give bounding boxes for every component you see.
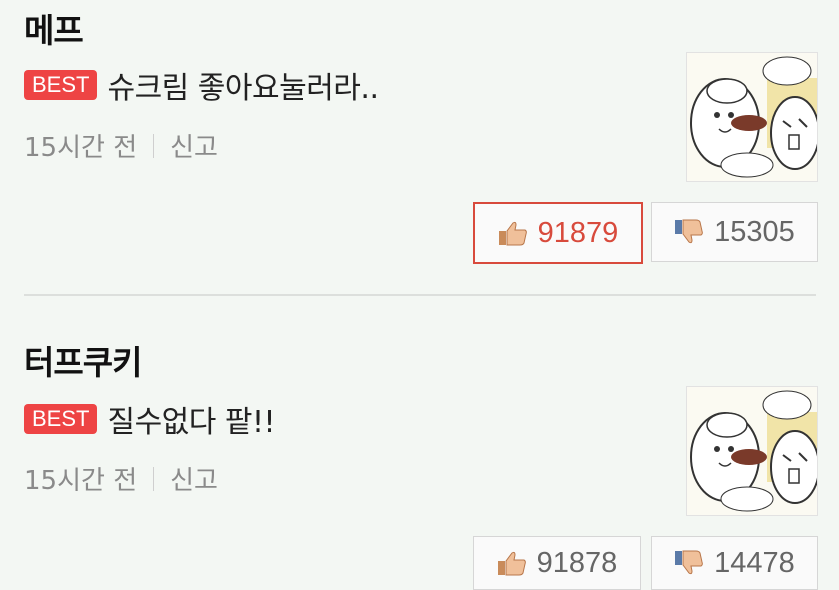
thumbs-down-icon [675, 219, 703, 244]
comment-title-row: BEST 슈크림 좋아요눌러라.. [24, 63, 379, 107]
dislike-button[interactable]: 14478 [651, 536, 818, 590]
report-button[interactable]: 신고 [170, 460, 218, 497]
comment-timestamp: 15시간 전 [24, 133, 138, 163]
comment-meta: 15시간 전 신고 [24, 460, 218, 497]
best-badge: BEST [24, 70, 98, 100]
comment-meta: 15시간 전 신고 [24, 127, 218, 164]
dislike-count: 14478 [714, 546, 795, 579]
comment-text[interactable]: 질수없다 팥!! [107, 397, 275, 441]
comment-thumbnail[interactable] [686, 386, 818, 516]
like-button[interactable]: 91878 [473, 536, 641, 590]
comment-item: 터프쿠키 BEST 질수없다 팥!! 15시간 전 신고 91878 14478 [0, 296, 839, 590]
cartoon-thumbnail-image [687, 387, 817, 515]
dislike-count: 15305 [714, 215, 795, 248]
meta-divider [153, 466, 155, 491]
report-button[interactable]: 신고 [170, 127, 218, 164]
comment-item: 메프 BEST 슈크림 좋아요눌러라.. 15시간 전 신고 91879 153… [0, 0, 839, 294]
like-button[interactable]: 91879 [473, 202, 643, 264]
comment-author[interactable]: 메프 [24, 4, 84, 52]
best-badge: BEST [24, 404, 98, 434]
thumbs-up-icon [498, 221, 527, 246]
meta-divider [153, 133, 155, 158]
cartoon-thumbnail-image [687, 53, 817, 181]
comment-text[interactable]: 슈크림 좋아요눌러라.. [107, 63, 379, 107]
thumbs-up-icon [497, 551, 526, 576]
thumbs-down-icon [675, 550, 703, 575]
dislike-button[interactable]: 15305 [651, 202, 818, 262]
comment-author[interactable]: 터프쿠키 [24, 336, 142, 384]
like-count: 91878 [536, 546, 618, 579]
like-count: 91879 [537, 216, 619, 249]
comment-timestamp: 15시간 전 [24, 466, 138, 496]
comment-title-row: BEST 질수없다 팥!! [24, 397, 276, 441]
comment-thumbnail[interactable] [686, 52, 818, 182]
